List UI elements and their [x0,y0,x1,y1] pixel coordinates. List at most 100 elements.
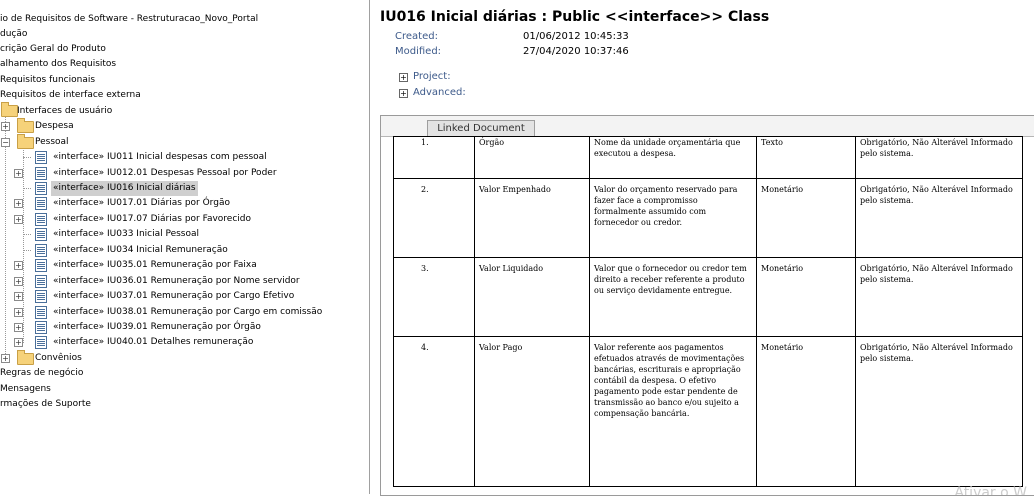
tree-item-requisitos-funcionais[interactable]: Requisitos funcionais [0,73,95,88]
tree-guide-line [23,135,24,343]
tree-item-iu039[interactable]: «interface» IU039.01 Remuneração por Órg… [53,320,261,335]
tree-item-descricao-geral[interactable]: crição Geral do Produto [0,42,106,57]
tree-connector [23,188,31,189]
expand-icon[interactable]: + [14,277,23,286]
expand-icon[interactable]: + [14,308,23,317]
class-document-icon [35,213,47,226]
tree-item-convenios[interactable]: Convênios [35,351,82,366]
class-document-icon [35,275,47,288]
class-document-icon [35,321,47,334]
created-label: Created: [395,31,438,42]
folder-icon [17,134,34,149]
tree-item-regras-negocio[interactable]: Regras de negócio [0,366,83,381]
class-document-icon [35,167,47,180]
table-cell-field: Valor Empenhado [474,178,590,258]
table-cell-field: Valor Liquidado [474,257,590,337]
table-cell-num: 3. [393,257,475,337]
tree-item-root[interactable]: io de Requisitos de Software - Restrutur… [0,12,258,27]
project-section-toggle[interactable]: Project: [413,71,451,82]
tab-linked-document[interactable]: Linked Document [427,120,535,136]
tree-item-iu034[interactable]: «interface» IU034 Inicial Remuneração [53,243,228,258]
expand-icon[interactable]: + [14,323,23,332]
activation-watermark: Ativar o W [954,485,1027,496]
expand-icon[interactable]: + [14,215,23,224]
table-cell-field: Valor Pago [474,336,590,487]
requirements-table: 1. Órgão Nome da unidade orçamentária qu… [393,136,1023,487]
folder-icon [17,350,34,365]
class-document-icon [35,151,47,164]
table-cell-type: Monetário [756,336,856,487]
table-cell-num: 4. [393,336,475,487]
expand-icon[interactable]: + [1,122,10,131]
class-document-icon [35,306,47,319]
created-value: 01/06/2012 10:45:33 [523,31,629,42]
expand-icon[interactable]: + [14,338,23,347]
element-properties-panel: IU016 Inicial diárias : Public <<interfa… [371,0,1034,496]
class-document-icon [35,244,47,257]
tree-item-iu017-07[interactable]: «interface» IU017.07 Diárias por Favorec… [53,212,251,227]
expand-project-icon[interactable]: + [399,73,408,82]
tree-item-introducao[interactable]: dução [0,27,27,42]
project-tree-panel[interactable]: io de Requisitos de Software - Restrutur… [0,0,370,494]
expand-icon[interactable]: + [14,199,23,208]
tree-item-iu037[interactable]: «interface» IU037.01 Remuneração por Car… [53,289,294,304]
class-document-icon [35,182,47,195]
tree-item-informacoes-suporte[interactable]: rmações de Suporte [0,397,91,412]
table-row: 1. Órgão Nome da unidade orçamentária qu… [393,136,1023,179]
tree-item-iu012[interactable]: «interface» IU012.01 Despesas Pessoal po… [53,166,277,181]
class-document-icon [35,336,47,349]
tree-item-pessoal[interactable]: Pessoal [35,135,69,150]
tree-connector [23,234,31,235]
tree-item-iu035[interactable]: «interface» IU035.01 Remuneração por Fai… [53,258,257,273]
linked-document-tabbar: Linked Document [381,116,1034,137]
tree-item-despesa[interactable]: Despesa [35,119,74,134]
linked-document-frame[interactable]: Linked Document 1. Órgão Nome da unidade… [380,115,1034,496]
table-cell-rule: Obrigatório, Não Alterável Informado pel… [855,257,1023,337]
tree-item-mensagens[interactable]: Mensagens [0,382,51,397]
table-cell-description: Valor referente aos pagamentos efetuados… [589,336,757,487]
table-row: 2. Valor Empenhado Valor do orçamento re… [393,178,1023,258]
modified-label: Modified: [395,46,442,57]
modified-value: 27/04/2020 10:37:46 [523,46,629,57]
expand-icon[interactable]: + [1,354,10,363]
tree-item-iu016-selected[interactable]: «interface» IU016 Inicial diárias [51,181,198,196]
expand-icon[interactable]: + [14,292,23,301]
table-cell-description: Nome da unidade orçamentária que executo… [589,136,757,179]
table-cell-type: Monetário [756,178,856,258]
tree-item-iu036[interactable]: «interface» IU036.01 Remuneração por Nom… [53,274,300,289]
tree-item-iu038[interactable]: «interface» IU038.01 Remuneração por Car… [53,305,322,320]
table-cell-rule: Obrigatório, Não Alterável Informado pel… [855,136,1023,179]
class-document-icon [35,290,47,303]
class-document-icon [35,197,47,210]
tree-item-detalhamento[interactable]: alhamento dos Requisitos [0,57,116,72]
expand-advanced-icon[interactable]: + [399,89,408,98]
tree-item-interfaces-usuario[interactable]: Interfaces de usuário [17,104,112,119]
expand-icon[interactable]: + [14,169,23,178]
class-document-icon [35,228,47,241]
table-cell-field: Órgão [474,136,590,179]
expand-icon[interactable]: + [14,261,23,270]
table-row: 4. Valor Pago Valor referente aos pagame… [393,336,1023,487]
table-cell-description: Valor do orçamento reservado para fazer … [589,178,757,258]
folder-icon [1,102,18,117]
tree-item-iu040[interactable]: «interface» IU040.01 Detalhes remuneraçã… [53,335,253,350]
tree-connector [23,250,31,251]
table-cell-type: Texto [756,136,856,179]
table-cell-num: 1. [393,136,475,179]
folder-icon [17,118,34,133]
tree-item-iu017-01[interactable]: «interface» IU017.01 Diárias por Órgão [53,196,230,211]
table-cell-type: Monetário [756,257,856,337]
advanced-section-toggle[interactable]: Advanced: [413,87,466,98]
table-cell-description: Valor que o fornecedor ou credor tem dir… [589,257,757,337]
table-cell-rule: Obrigatório, Não Alterável Informado pel… [855,336,1023,487]
tree-connector [23,157,31,158]
tree-item-iu011[interactable]: «interface» IU011 Inicial despesas com p… [53,150,267,165]
tree-item-requisitos-interface[interactable]: Requisitos de interface externa [0,88,141,103]
element-title: IU016 Inicial diárias : Public <<interfa… [380,9,770,25]
collapse-icon[interactable]: − [1,138,10,147]
table-cell-num: 2. [393,178,475,258]
table-row: 3. Valor Liquidado Valor que o fornecedo… [393,257,1023,337]
tree-item-iu033[interactable]: «interface» IU033 Inicial Pessoal [53,227,199,242]
table-cell-rule: Obrigatório, Não Alterável Informado pel… [855,178,1023,258]
tree-guide-line [5,115,6,360]
